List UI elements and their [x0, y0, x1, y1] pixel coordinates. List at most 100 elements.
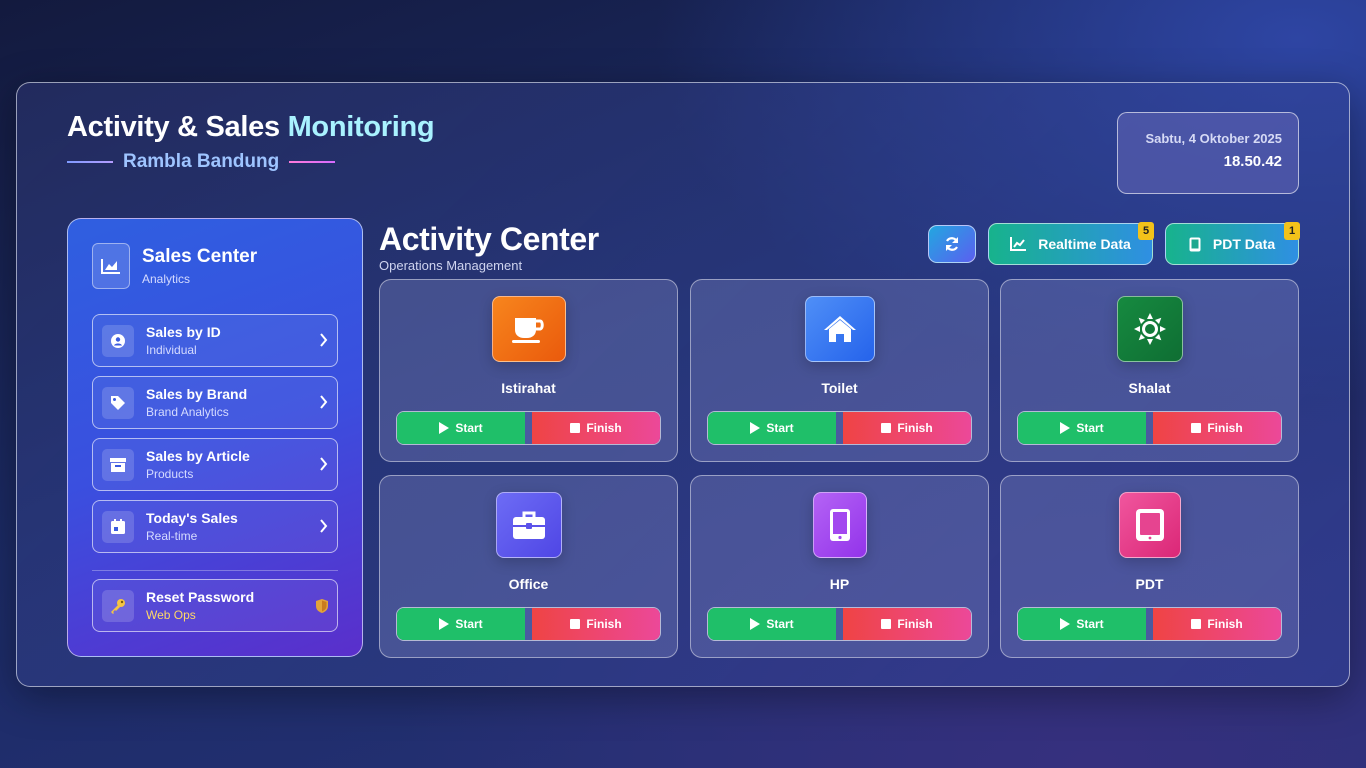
- start-label: Start: [766, 617, 794, 631]
- activity-card-pdt: PDT Start Finish: [1000, 475, 1299, 658]
- page-title-main: Activity & Sales: [67, 111, 288, 143]
- activity-name: HP: [829, 576, 850, 592]
- chevron-right-icon: [320, 457, 328, 471]
- activity-card-hp: HP Start Finish: [690, 475, 989, 658]
- sidebar-item-sales-by-id[interactable]: Sales by ID Individual: [92, 314, 338, 367]
- finish-button[interactable]: Finish: [1153, 608, 1281, 640]
- archive-box-icon: [102, 448, 134, 481]
- sidebar-item-reset-password[interactable]: Reset Password Web Ops: [92, 579, 338, 632]
- activity-button-group: Start Finish: [707, 607, 972, 641]
- sidebar-item-sublabel: Products: [146, 467, 194, 481]
- tablet-icon: [1189, 237, 1201, 251]
- activity-card-office: Office Start Finish: [379, 475, 678, 658]
- sidebar-item-label: Sales by ID: [146, 324, 221, 340]
- play-icon: [1060, 422, 1071, 434]
- pdt-data-button[interactable]: PDT Data 1: [1165, 222, 1300, 265]
- user-circle-icon: [102, 324, 134, 357]
- datetime-box: Sabtu, 4 Oktober 2025 18.50.42: [1117, 112, 1299, 194]
- finish-label: Finish: [1207, 421, 1243, 435]
- finish-label: Finish: [586, 617, 622, 631]
- finish-button[interactable]: Finish: [532, 412, 660, 444]
- chart-area-icon: [92, 243, 130, 289]
- finish-button[interactable]: Finish: [532, 608, 660, 640]
- sidebar-item-label: Sales by Brand: [146, 386, 248, 402]
- finish-label: Finish: [1207, 617, 1243, 631]
- refresh-button[interactable]: [928, 225, 976, 263]
- activity-card-toilet: Toilet Start Finish: [690, 279, 989, 462]
- line-chart-icon: [1010, 237, 1027, 251]
- sidebar-title: Sales Center: [142, 246, 258, 267]
- sidebar-item-sublabel: Real-time: [146, 529, 198, 543]
- button-separator: [836, 608, 843, 640]
- start-button[interactable]: Start: [397, 412, 525, 444]
- stop-icon: [570, 423, 581, 433]
- finish-button[interactable]: Finish: [843, 608, 971, 640]
- activity-button-group: Start Finish: [1017, 411, 1282, 445]
- sun-icon: [1116, 296, 1183, 362]
- start-label: Start: [455, 617, 483, 631]
- chevron-right-icon: [320, 333, 328, 347]
- sidebar-item-sales-by-article[interactable]: Sales by Article Products: [92, 438, 338, 491]
- pdt-data-label: PDT Data: [1212, 236, 1276, 252]
- pdt-count-badge: 1: [1284, 222, 1300, 240]
- current-date: Sabtu, 4 Oktober 2025: [1145, 131, 1282, 146]
- sales-center-sidebar: Sales Center Analytics Sales by ID Indiv…: [67, 218, 363, 657]
- activity-center-subtitle: Operations Management: [379, 258, 523, 273]
- sidebar-header: Sales Center Analytics: [92, 243, 257, 289]
- home-icon: [804, 296, 875, 362]
- activity-button-group: Start Finish: [396, 607, 661, 641]
- realtime-data-button[interactable]: Realtime Data 5: [988, 222, 1154, 265]
- activity-name: Shalat: [1128, 380, 1171, 396]
- activity-card-shalat: Shalat Start Finish: [1000, 279, 1299, 462]
- refresh-icon: [945, 237, 959, 251]
- finish-button[interactable]: Finish: [1153, 412, 1281, 444]
- sidebar-item-sublabel: Individual: [146, 343, 197, 357]
- subtitle-line-left: [67, 161, 113, 163]
- realtime-data-label: Realtime Data: [1038, 236, 1131, 252]
- page-title-accent: Monitoring: [287, 111, 435, 143]
- chevron-right-icon: [320, 519, 328, 533]
- sidebar-item-label: Today's Sales: [146, 510, 238, 526]
- current-time: 18.50.42: [1223, 153, 1282, 170]
- play-icon: [439, 422, 450, 434]
- play-icon: [439, 618, 450, 630]
- finish-label: Finish: [586, 421, 622, 435]
- sidebar-item-label: Sales by Article: [146, 448, 250, 464]
- finish-label: Finish: [897, 421, 933, 435]
- start-button[interactable]: Start: [397, 608, 525, 640]
- briefcase-icon: [495, 492, 562, 558]
- sidebar-item-todays-sales[interactable]: Today's Sales Real-time: [92, 500, 338, 553]
- activity-name: Office: [508, 576, 549, 592]
- start-button[interactable]: Start: [1018, 412, 1146, 444]
- activity-center-title: Activity Center: [379, 221, 599, 257]
- chevron-right-icon: [320, 395, 328, 409]
- button-separator: [836, 412, 843, 444]
- play-icon: [1060, 618, 1071, 630]
- activity-name: Istirahat: [501, 380, 556, 396]
- activity-card-istirahat: Istirahat Start Finish: [379, 279, 678, 462]
- sidebar-item-label: Reset Password: [146, 589, 255, 605]
- button-separator: [525, 412, 532, 444]
- realtime-count-badge: 5: [1138, 222, 1154, 240]
- start-label: Start: [455, 421, 483, 435]
- start-label: Start: [766, 421, 794, 435]
- sidebar-divider: [92, 570, 338, 571]
- stop-icon: [881, 423, 892, 433]
- start-label: Start: [1076, 421, 1104, 435]
- sidebar-item-sublabel: Web Ops: [146, 608, 196, 622]
- stop-icon: [881, 619, 892, 629]
- start-button[interactable]: Start: [1018, 608, 1146, 640]
- sidebar-subtitle: Analytics: [142, 272, 191, 286]
- activity-button-group: Start Finish: [707, 411, 972, 445]
- coffee-cup-icon: [491, 296, 566, 362]
- key-icon: [102, 589, 134, 622]
- activity-name: PDT: [1135, 576, 1164, 592]
- location-subtitle: Rambla Bandung: [123, 151, 280, 172]
- finish-button[interactable]: Finish: [843, 412, 971, 444]
- button-separator: [525, 608, 532, 640]
- subtitle-line-right: [289, 161, 336, 163]
- start-button[interactable]: Start: [708, 412, 836, 444]
- sidebar-item-sales-by-brand[interactable]: Sales by Brand Brand Analytics: [92, 376, 338, 429]
- button-separator: [1146, 412, 1153, 444]
- start-button[interactable]: Start: [708, 608, 836, 640]
